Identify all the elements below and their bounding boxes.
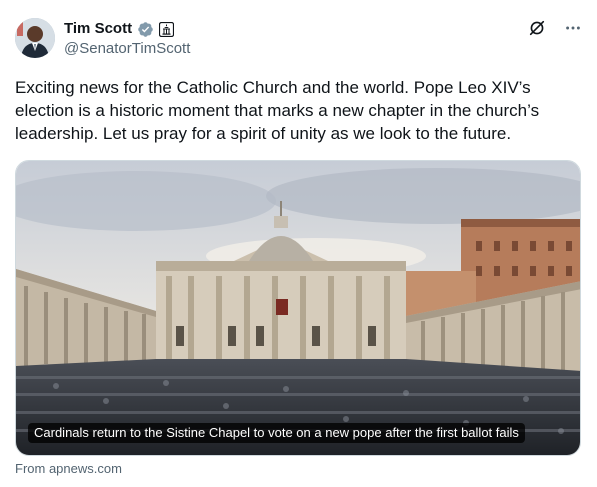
author-name-row: Tim Scott xyxy=(64,19,175,39)
link-card[interactable]: Cardinals return to the Sistine Chapel t… xyxy=(15,160,581,456)
verified-badge-icon[interactable] xyxy=(137,21,154,38)
more-icon[interactable] xyxy=(563,18,583,38)
link-card-source[interactable]: From apnews.com xyxy=(15,461,122,477)
avatar[interactable] xyxy=(15,18,55,58)
grok-icon[interactable] xyxy=(527,18,547,38)
tweet-text: Exciting news for the Catholic Church an… xyxy=(15,78,540,143)
link-card-image xyxy=(16,161,580,455)
author-handle[interactable]: @SenatorTimScott xyxy=(64,40,190,58)
tweet-header-actions xyxy=(527,18,583,38)
senate-building-icon[interactable] xyxy=(159,21,175,37)
avatar-image xyxy=(15,18,55,58)
link-card-caption: Cardinals return to the Sistine Chapel t… xyxy=(28,423,525,443)
tweet: Tim Scott @SenatorTimScott Exciting news… xyxy=(0,0,597,487)
author-display-name[interactable]: Tim Scott xyxy=(64,19,132,39)
